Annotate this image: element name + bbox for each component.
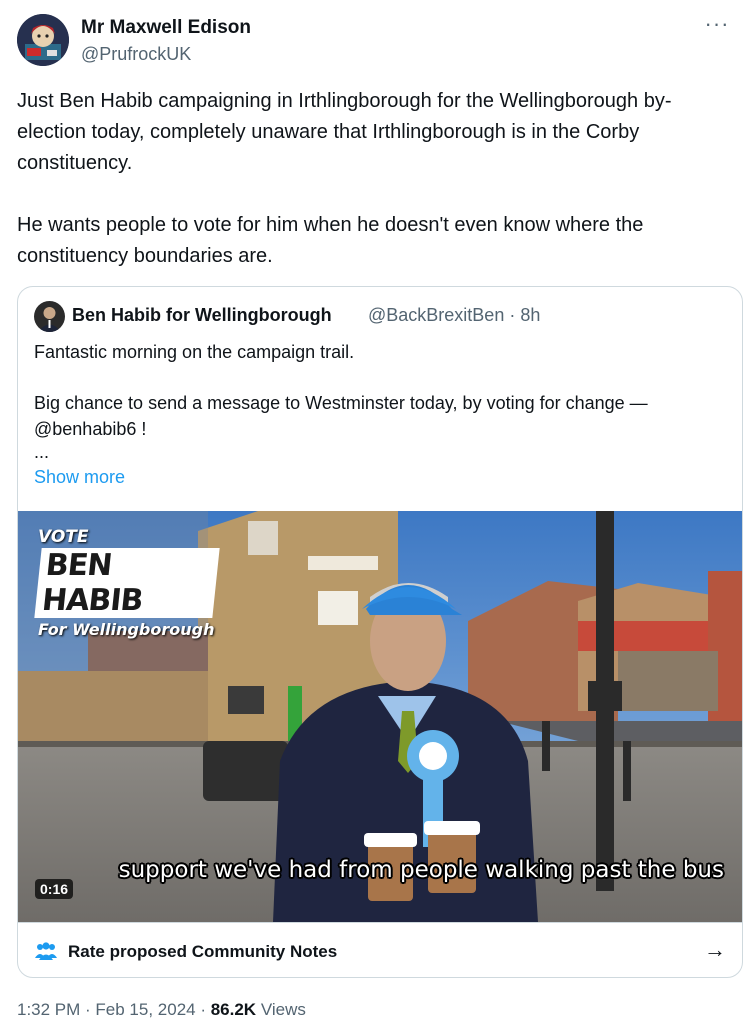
quote-handle-time[interactable]: @BackBrexitBen · 8h bbox=[368, 305, 540, 326]
vote-badge-line3: For Wellingborough bbox=[38, 620, 215, 639]
quote-line: Big chance to send a message to Westmins… bbox=[34, 393, 648, 413]
views-label: Views bbox=[256, 1000, 306, 1019]
video-duration: 0:16 bbox=[35, 879, 74, 899]
author-handle[interactable]: @PrufrockUK bbox=[81, 44, 191, 65]
video-player[interactable]: VOTE BEN HABIB For Wellingborough suppor… bbox=[18, 511, 742, 922]
community-notes-row[interactable]: Rate proposed Community Notes → bbox=[18, 922, 742, 977]
arrow-right-icon[interactable]: → bbox=[704, 937, 726, 963]
quote-header: Ben Habib for Wellingborough @BackBrexit… bbox=[34, 301, 724, 333]
quote-author-name[interactable]: Ben Habib for Wellingborough bbox=[72, 305, 332, 326]
author-name[interactable]: Mr Maxwell Edison bbox=[81, 17, 251, 39]
person-avatar-icon bbox=[34, 301, 65, 332]
more-dots-icon[interactable]: ··· bbox=[702, 13, 732, 40]
tweet-text: Just Ben Habib campaigning in Irthlingbo… bbox=[17, 86, 732, 272]
cartoon-avatar-icon bbox=[17, 14, 69, 66]
show-more-link[interactable]: Show more bbox=[34, 467, 125, 488]
tweet-timestamp[interactable]: 1:32 PM · Feb 15, 2024 · bbox=[17, 1000, 211, 1019]
community-notes-label: Rate proposed Community Notes bbox=[68, 942, 338, 961]
quote-avatar[interactable] bbox=[34, 301, 65, 332]
tweet-meta: 1:32 PM · Feb 15, 2024 · 86.2K Views bbox=[17, 1000, 306, 1020]
tweet-header: Mr Maxwell Edison @PrufrockUK ··· bbox=[17, 13, 732, 70]
views-count: 86.2K bbox=[210, 1000, 257, 1019]
quote-mention: @benhabib6 ! bbox=[34, 419, 147, 439]
tweet-paragraph: Just Ben Habib campaigning in Irthlingbo… bbox=[17, 90, 672, 174]
vote-badge-name: BEN HABIB bbox=[34, 548, 220, 618]
quote-line: Fantastic morning on the campaign trail. bbox=[34, 342, 355, 362]
quote-text: Fantastic morning on the campaign trail.… bbox=[34, 339, 724, 462]
vote-badge: VOTE BEN HABIB For Wellingborough bbox=[34, 527, 220, 639]
people-icon bbox=[35, 942, 57, 960]
tweet-paragraph: He wants people to vote for him when he … bbox=[17, 214, 644, 267]
quoted-tweet-card[interactable]: Ben Habib for Wellingborough @BackBrexit… bbox=[17, 286, 743, 978]
vote-badge-line1: VOTE bbox=[38, 527, 89, 547]
quote-ellipsis: ... bbox=[34, 442, 50, 462]
author-avatar[interactable] bbox=[17, 14, 69, 66]
video-caption: support we've had from people walking pa… bbox=[118, 857, 724, 883]
